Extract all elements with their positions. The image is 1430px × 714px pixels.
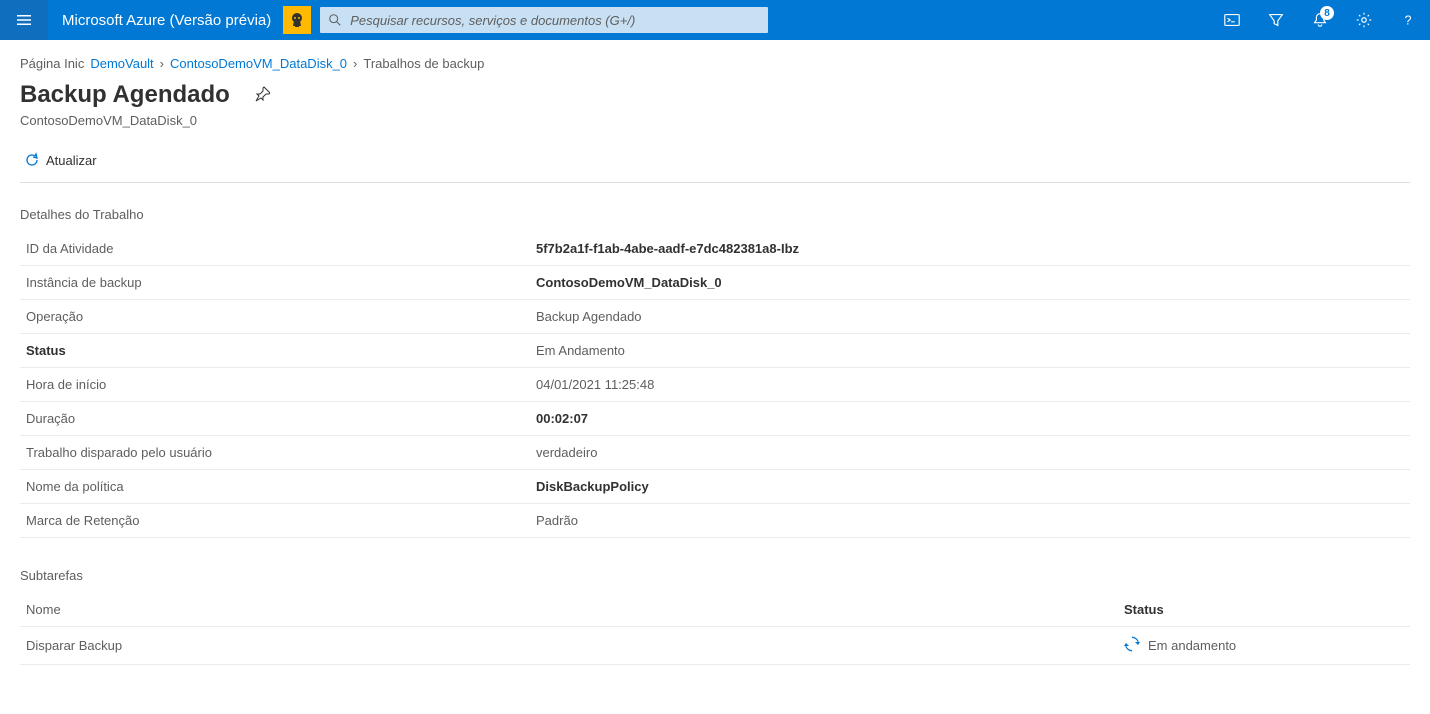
detail-value: Backup Agendado: [530, 300, 1410, 334]
detail-value: 00:02:07: [530, 402, 1410, 436]
subtasks-section: Subtarefas Nome Status Disparar BackupEm…: [20, 568, 1410, 665]
detail-label: Trabalho disparado pelo usuário: [20, 436, 530, 470]
detail-label: Instância de backup: [20, 266, 530, 300]
chevron-right-icon: ›: [353, 56, 357, 71]
detail-row: ID da Atividade5f7b2a1f-f1ab-4abe-aadf-e…: [20, 232, 1410, 266]
subtasks-table-header: Nome Status: [20, 593, 1410, 627]
notifications-button[interactable]: 8: [1298, 0, 1342, 40]
hamburger-menu-button[interactable]: [0, 0, 48, 40]
refresh-icon: [24, 152, 40, 168]
cloud-shell-button[interactable]: [1210, 0, 1254, 40]
breadcrumb: Página Inic DemoVault › ContosoDemoVM_Dat…: [20, 56, 1410, 71]
detail-row: OperaçãoBackup Agendado: [20, 300, 1410, 334]
detail-value: 5f7b2a1f-f1ab-4abe-aadf-e7dc482381a8-Ibz: [530, 232, 1410, 266]
details-table: ID da Atividade5f7b2a1f-f1ab-4abe-aadf-e…: [20, 232, 1410, 538]
page-content: Página Inic DemoVault › ContosoDemoVM_Dat…: [0, 40, 1430, 681]
detail-value: DiskBackupPolicy: [530, 470, 1410, 504]
toolbar: Atualizar: [20, 142, 1410, 183]
page-title: Backup Agendado: [20, 81, 230, 109]
detail-row: Marca de RetençãoPadrão: [20, 504, 1410, 538]
refresh-label: Atualizar: [46, 153, 97, 168]
detail-row: Hora de início04/01/2021 11:25:48: [20, 368, 1410, 402]
pin-button[interactable]: [254, 86, 270, 105]
detail-value: 04/01/2021 11:25:48: [530, 368, 1410, 402]
subtasks-heading: Subtarefas: [20, 568, 1410, 583]
directory-filter-button[interactable]: [1254, 0, 1298, 40]
svg-text:?: ?: [1404, 14, 1411, 28]
detail-label: Hora de início: [20, 368, 530, 402]
subtask-status: Em andamento: [1124, 636, 1404, 655]
topbar-actions: 8 ?: [1210, 0, 1430, 40]
breadcrumb-vault[interactable]: DemoVault: [90, 56, 153, 71]
detail-row: Duração00:02:07: [20, 402, 1410, 436]
refresh-button[interactable]: Atualizar: [20, 150, 101, 170]
details-heading: Detalhes do Trabalho: [20, 207, 1410, 222]
search-box[interactable]: [319, 6, 768, 34]
detail-row: Trabalho disparado pelo usuárioverdadeir…: [20, 436, 1410, 470]
detail-value: Em Andamento: [530, 334, 1410, 368]
preview-badge-icon[interactable]: [283, 6, 311, 34]
search-icon: [328, 13, 342, 27]
breadcrumb-home[interactable]: Página Inic: [20, 56, 84, 71]
detail-label: Operação: [20, 300, 530, 334]
breadcrumb-instance[interactable]: ContosoDemoVM_DataDisk_0: [170, 56, 347, 71]
detail-row: Instância de backupContosoDemoVM_DataDis…: [20, 266, 1410, 300]
search-input[interactable]: [350, 13, 759, 28]
settings-button[interactable]: [1342, 0, 1386, 40]
detail-label: Duração: [20, 402, 530, 436]
detail-label: Nome da política: [20, 470, 530, 504]
page-subtitle: ContosoDemoVM_DataDisk_0: [20, 113, 1410, 128]
help-button[interactable]: ?: [1386, 0, 1430, 40]
detail-row: Nome da políticaDiskBackupPolicy: [20, 470, 1410, 504]
subtasks-col-name: Nome: [26, 602, 1124, 617]
detail-label: Status: [20, 334, 530, 368]
breadcrumb-current: Trabalhos de backup: [363, 56, 484, 71]
detail-value: verdadeiro: [530, 436, 1410, 470]
top-bar: Microsoft Azure (Versão prévia) 8 ?: [0, 0, 1430, 40]
detail-label: Marca de Retenção: [20, 504, 530, 538]
subtasks-col-status: Status: [1124, 602, 1404, 617]
subtask-row: Disparar BackupEm andamento: [20, 627, 1410, 665]
detail-value: Padrão: [530, 504, 1410, 538]
chevron-right-icon: ›: [160, 56, 164, 71]
notification-count-badge: 8: [1320, 6, 1334, 20]
sync-icon: [1124, 636, 1140, 655]
brand-label: Microsoft Azure (Versão prévia): [48, 12, 283, 29]
detail-value: ContosoDemoVM_DataDisk_0: [530, 266, 1410, 300]
detail-row: StatusEm Andamento: [20, 334, 1410, 368]
detail-label: ID da Atividade: [20, 232, 530, 266]
subtask-name: Disparar Backup: [26, 638, 1124, 653]
